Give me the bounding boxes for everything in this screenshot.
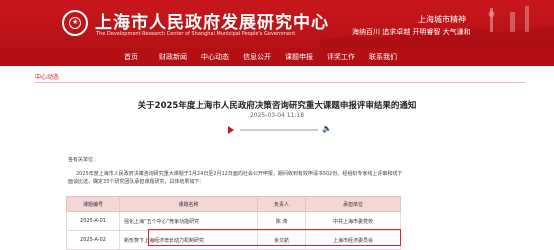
paragraph-2: 面谈比选，确定33个研究团队承担课题研究，具体结果如下：	[68, 179, 205, 185]
nav-awards[interactable]: 评奖工作	[320, 48, 362, 66]
site-title: 上海市人民政府发展研究中心	[95, 13, 329, 33]
col-header-name: 课题名称	[119, 196, 258, 212]
col-header-id: 课题编号	[66, 196, 120, 212]
nav-center-news[interactable]: 中心动态	[194, 48, 236, 66]
nav-contact[interactable]: 联系我们	[362, 48, 404, 66]
paragraph-1: 2025年度上海市人民政府决策咨询研究重大课题于1月24日至2月12日面向社会公…	[76, 171, 403, 177]
cell-lead: 陈 涛	[257, 211, 306, 231]
nav-home[interactable]: 首页	[110, 48, 152, 66]
table-row: 2025-A-01 强化上海“五个中心”竞争功能研究 陈 涛 中共上海市委党校	[66, 211, 401, 231]
main-nav: 首页 财政新闻 中心动态 信息公开 课题申报 评奖工作 联系我们	[0, 48, 554, 66]
article-date: 2025-03-04 11:18	[249, 112, 305, 119]
nav-info-disclosure[interactable]: 信息公开	[236, 48, 278, 66]
highlight-box	[148, 229, 401, 246]
cell-id: 2025-A-01	[66, 211, 120, 231]
audio-player[interactable]: 🔈	[228, 123, 332, 136]
cell-org: 中共上海市委党校	[305, 211, 401, 231]
breadcrumb-divider	[35, 82, 525, 83]
nav-finance-news[interactable]: 财政新闻	[152, 48, 194, 66]
article-title: 关于2025年度上海市人民政府决策咨询研究重大课题申报评审结果的通知	[137, 101, 417, 111]
emblem-logo[interactable]: ★	[62, 10, 88, 36]
nav-project-application[interactable]: 课题申报	[278, 48, 320, 66]
slogan: 海纳百川 追求卓越 开明睿智 大气谦和	[352, 28, 471, 36]
star-icon: ★	[72, 18, 79, 26]
greeting: 各有关单位：	[68, 157, 99, 163]
col-header-org: 承担单位	[305, 196, 401, 212]
cell-name: 强化上海“五个中心”竞争功能研究	[119, 211, 258, 231]
volume-icon[interactable]: 🔈	[322, 124, 332, 134]
table-header-row: 课题编号 课题名称 负责人 承担单位	[66, 196, 401, 212]
site-header: ★ 上海市人民政府发展研究中心 The Development Research…	[0, 0, 554, 48]
audio-progress[interactable]	[240, 129, 318, 131]
site-subtitle: The Development Research Center of Shang…	[96, 31, 296, 37]
slogan-title: 上海城市精神	[418, 15, 466, 24]
col-header-lead: 负责人	[257, 196, 306, 212]
play-icon[interactable]	[228, 126, 234, 134]
breadcrumb[interactable]: 中心动态	[35, 72, 59, 81]
